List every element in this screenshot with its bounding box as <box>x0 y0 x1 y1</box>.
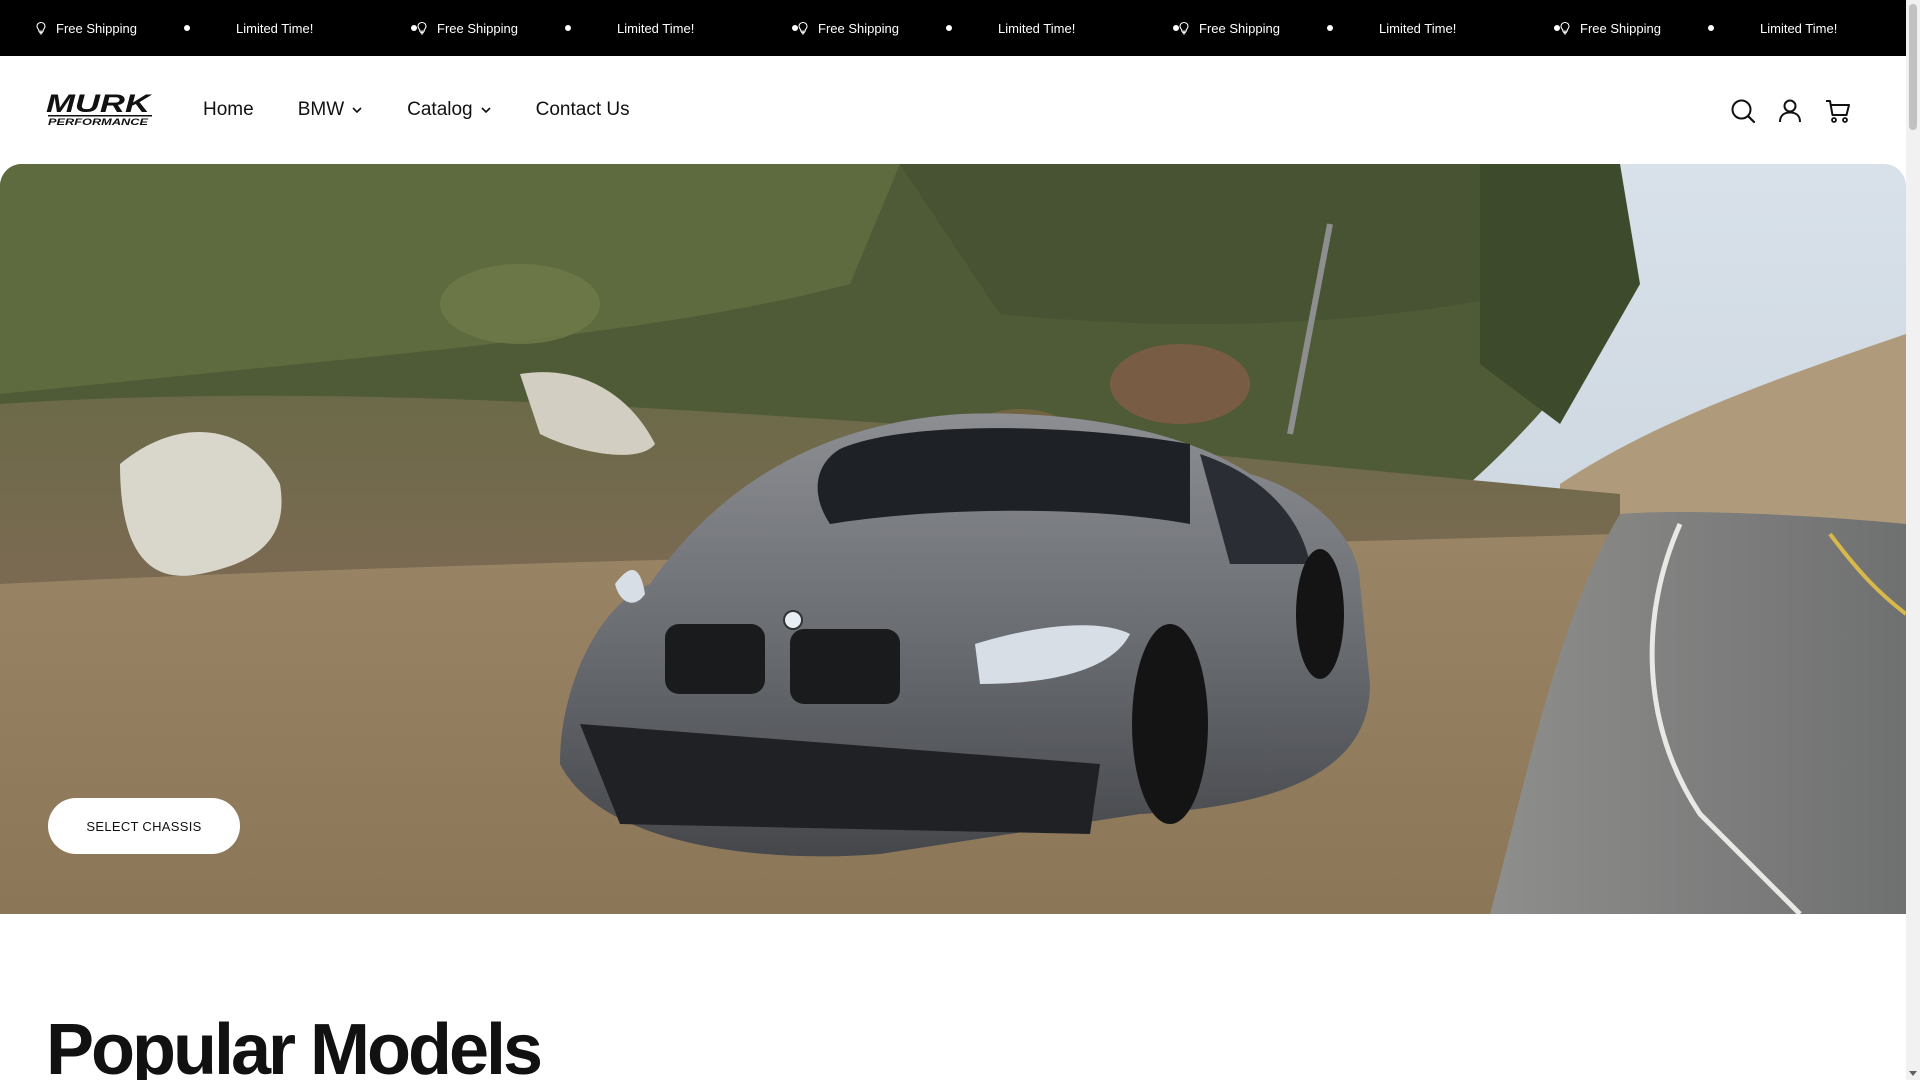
separator-dot <box>1708 25 1714 31</box>
separator-dot <box>946 25 952 31</box>
nav-contact-us[interactable]: Contact Us <box>536 99 630 121</box>
scroll-down-arrow-icon[interactable] <box>1909 1071 1917 1076</box>
separator-dot <box>184 25 190 31</box>
lightbulb-icon <box>798 21 808 35</box>
separator-dot <box>1327 25 1333 31</box>
cart-icon[interactable] <box>1824 97 1852 125</box>
announcement-text: Free Shipping <box>1199 20 1280 36</box>
hero-banner: SELECT CHASSIS <box>0 164 1906 914</box>
site-header: MURK PERFORMANCE Home BMW Catalog Contac… <box>0 56 1906 164</box>
nav-contact-label: Contact Us <box>535 99 630 120</box>
nav-home-label: Home <box>203 99 254 120</box>
page-scrollbar[interactable] <box>1906 0 1920 1080</box>
account-icon[interactable] <box>1776 97 1804 125</box>
announcement-text: Free Shipping <box>437 20 518 36</box>
announcement-text: Limited Time! <box>236 20 314 36</box>
hero-image-bmw-m2 <box>0 164 1906 914</box>
nav-home[interactable]: Home <box>203 99 254 121</box>
announcement-free-shipping: Free Shipping <box>34 0 137 56</box>
announcement-text: Free Shipping <box>818 20 899 36</box>
lightbulb-icon <box>1560 21 1570 35</box>
nav-catalog[interactable]: Catalog <box>407 99 492 121</box>
announcement-free-shipping: Free Shipping <box>796 0 899 56</box>
nav-catalog-label: Catalog <box>407 99 473 120</box>
announcement-text: Limited Time! <box>1760 20 1838 36</box>
lightbulb-icon <box>1179 21 1189 35</box>
scrollbar-thumb[interactable] <box>1909 4 1917 130</box>
announcement-text: Limited Time! <box>1379 20 1457 36</box>
announcement-text: Free Shipping <box>56 20 137 36</box>
announcement-limited-time: Limited Time! <box>236 0 313 56</box>
murk-performance-logo[interactable]: MURK PERFORMANCE <box>46 90 156 128</box>
announcement-free-shipping: Free Shipping <box>1558 0 1661 56</box>
separator-dot <box>565 25 571 31</box>
main-nav: Home BMW Catalog Contact Us <box>203 56 674 164</box>
logo-wordmark: MURK <box>46 92 153 118</box>
announcement-limited-time: Limited Time! <box>1379 0 1456 56</box>
select-chassis-button[interactable]: SELECT CHASSIS <box>48 798 240 854</box>
announcement-limited-time: Limited Time! <box>1760 0 1837 56</box>
announcement-free-shipping: Free Shipping <box>1177 0 1280 56</box>
announcement-limited-time: Limited Time! <box>617 0 694 56</box>
announcement-free-shipping: Free Shipping <box>415 0 518 56</box>
announcement-text: Limited Time! <box>617 20 695 36</box>
chevron-down-icon <box>481 107 491 114</box>
popular-models-heading: Popular Models <box>46 1010 543 1080</box>
lightbulb-icon <box>36 21 46 35</box>
logo-subtitle: PERFORMANCE <box>48 117 149 127</box>
search-icon[interactable] <box>1729 97 1757 125</box>
chevron-down-icon <box>352 107 362 114</box>
lightbulb-icon <box>417 21 427 35</box>
announcement-bar: Free Shipping Limited Time! Free Shipping L… <box>0 0 1920 56</box>
nav-bmw[interactable]: BMW <box>298 99 363 121</box>
announcement-text: Limited Time! <box>998 20 1076 36</box>
nav-bmw-label: BMW <box>297 99 345 120</box>
announcement-limited-time: Limited Time! <box>998 0 1075 56</box>
announcement-text: Free Shipping <box>1580 20 1661 36</box>
